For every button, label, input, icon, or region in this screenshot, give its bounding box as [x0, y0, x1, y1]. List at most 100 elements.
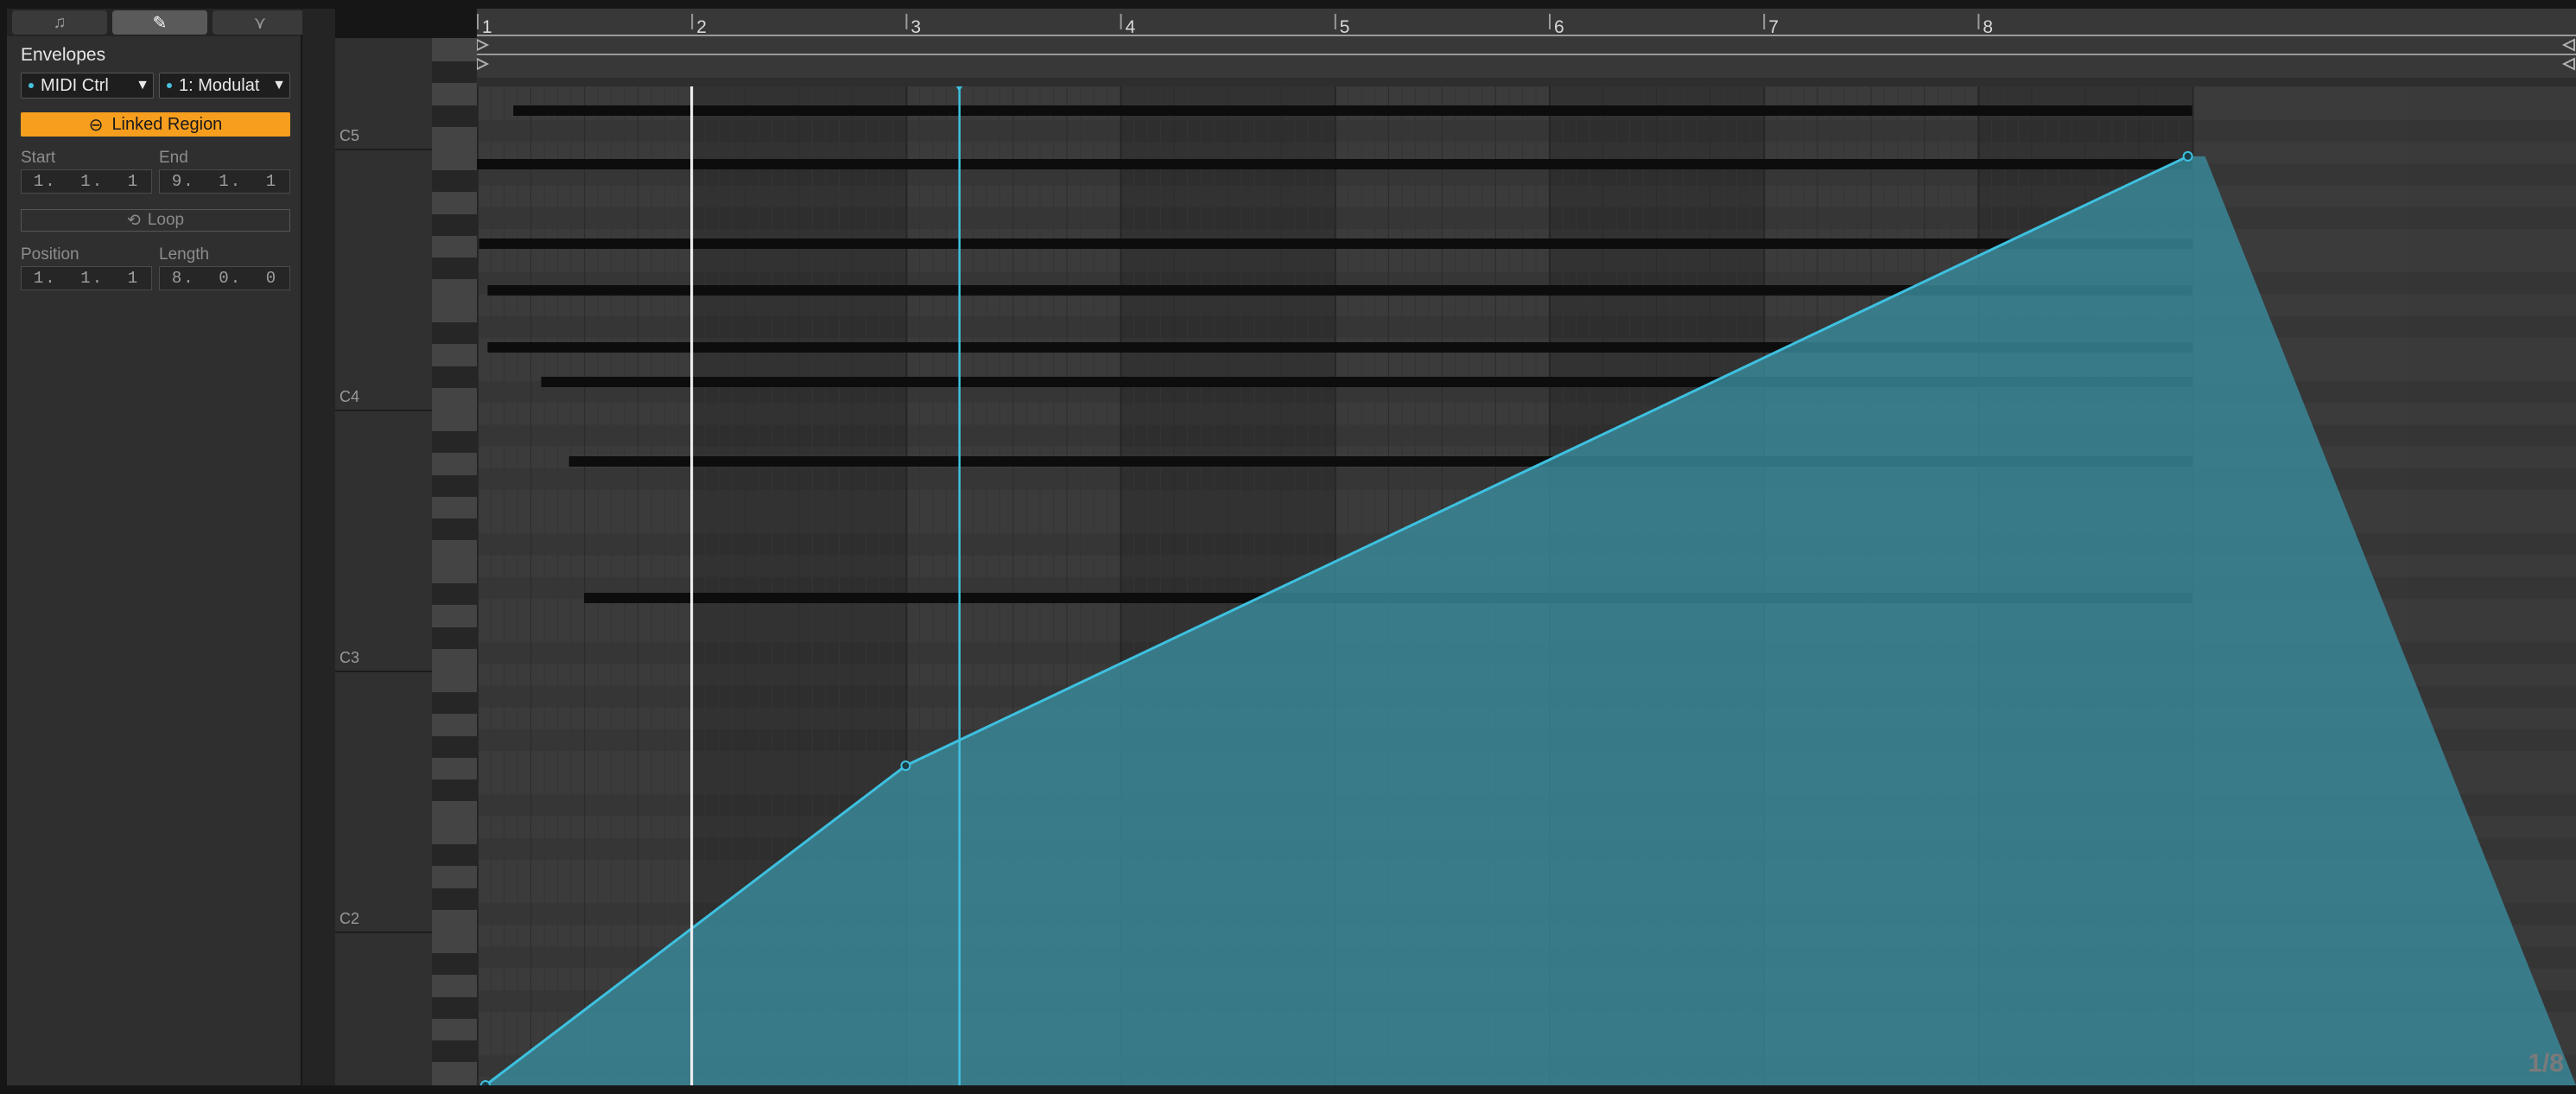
position-bar: 1.	[33, 269, 57, 288]
loop-label: Loop	[147, 211, 185, 229]
linked-region-label: Linked Region	[111, 114, 223, 134]
black-key[interactable]	[432, 1040, 477, 1062]
device-chooser[interactable]: MIDI Ctrl ▼	[21, 73, 154, 99]
start-field[interactable]: 1. 1. 1	[21, 169, 152, 194]
black-key[interactable]	[432, 692, 477, 715]
piano-keyboard[interactable]: C5 C4 C3 C2	[335, 38, 477, 1085]
bar-tick	[905, 14, 908, 29]
length-field[interactable]: 8. 0. 0	[159, 266, 290, 290]
black-key[interactable]	[432, 213, 477, 236]
grid-line	[664, 86, 666, 1085]
envelope-breakpoint[interactable]	[900, 760, 911, 772]
black-key[interactable]	[432, 61, 477, 84]
octave-label-c5: C5	[339, 127, 360, 144]
loop-brace-bottom	[477, 54, 2576, 55]
bar-tick	[1549, 14, 1551, 29]
bar-number: 5	[1339, 17, 1350, 37]
mpe-tab[interactable]: ⋎	[213, 10, 308, 35]
loop-button[interactable]: ⟲ Loop	[21, 209, 290, 232]
black-key[interactable]	[432, 366, 477, 388]
loop-start-marker-icon[interactable]	[477, 38, 490, 52]
ruler-bottom-strip	[477, 78, 2576, 86]
midi-note[interactable]	[479, 239, 2192, 249]
black-key[interactable]	[432, 474, 477, 497]
start-marker-icon[interactable]	[477, 57, 490, 71]
black-key[interactable]	[432, 996, 477, 1019]
length-sixteenth: 0	[265, 269, 278, 288]
beat-time-ruler[interactable]: 1 2 3 4 5 6 7 8	[477, 9, 2576, 86]
bar-tick	[691, 14, 694, 29]
envelope-pencil-icon: ✎	[152, 13, 168, 33]
clip-tabs: ♫ ✎ ⋎	[7, 9, 308, 36]
linked-region-button[interactable]: ⊖ Linked Region	[21, 112, 290, 137]
end-field[interactable]: 9. 1. 1	[159, 169, 290, 194]
bar-tick	[477, 14, 479, 29]
black-key-row	[477, 120, 2576, 143]
black-key[interactable]	[432, 518, 477, 540]
black-key[interactable]	[432, 627, 477, 649]
start-label: Start	[21, 149, 56, 167]
control-chooser[interactable]: 1: Modulat ▼	[159, 73, 290, 99]
loop-brace-top	[477, 35, 2576, 36]
black-key[interactable]	[432, 953, 477, 976]
envelope-breakpoint[interactable]	[479, 1080, 491, 1085]
octave-label-c4: C4	[339, 388, 360, 405]
black-key[interactable]	[432, 431, 477, 454]
position-beat: 1.	[80, 269, 105, 288]
octave-divider	[335, 671, 432, 672]
chevron-down-icon: ▼	[272, 78, 286, 92]
midi-clip-editor: ♫ ✎ ⋎ Envelopes MIDI Ctrl ▼ 1: Modulat ▼…	[0, 0, 2576, 1094]
clip-view-panel: ♫ ✎ ⋎ Envelopes MIDI Ctrl ▼ 1: Modulat ▼…	[7, 9, 308, 1085]
end-sixteenth: 1	[265, 172, 278, 191]
control-chooser-label: 1: Modulat	[179, 75, 260, 95]
grid-line	[611, 86, 612, 1085]
note-grid[interactable]	[477, 86, 2576, 1085]
grid-line	[584, 86, 586, 1085]
mpe-icon: ⋎	[253, 13, 267, 33]
link-icon: ⊖	[88, 115, 104, 135]
ruler-graphics	[477, 14, 2576, 86]
bar-number: 1	[482, 17, 492, 37]
grid-line	[677, 86, 679, 1085]
black-key[interactable]	[432, 779, 477, 801]
note-editor[interactable]: 1 2 3 4 5 6 7 8 1/8	[477, 9, 2576, 1085]
black-key[interactable]	[432, 735, 477, 758]
device-dot-icon	[29, 83, 34, 88]
grid-line	[570, 86, 572, 1085]
bar-number: 3	[910, 17, 922, 37]
start-sixteenth: 1	[127, 172, 140, 191]
length-bar: 8.	[171, 269, 195, 288]
black-key[interactable]	[432, 844, 477, 867]
grid-line	[530, 86, 532, 1085]
midi-note[interactable]	[477, 159, 2192, 169]
position-field[interactable]: 1. 1. 1	[21, 266, 152, 290]
panel-gutter	[302, 9, 335, 1085]
black-key[interactable]	[432, 105, 477, 127]
black-key[interactable]	[432, 583, 477, 606]
loop-icon: ⟲	[126, 211, 141, 230]
bar-line	[477, 86, 479, 1085]
grid-line	[543, 86, 545, 1085]
envelope-breakpoint[interactable]	[2182, 150, 2193, 162]
envelopes-tab[interactable]: ✎	[112, 10, 207, 35]
end-marker-icon[interactable]	[2561, 57, 2575, 71]
chevron-down-icon: ▼	[136, 78, 149, 92]
key-strip[interactable]	[432, 38, 477, 1085]
black-key[interactable]	[432, 322, 477, 345]
length-beat: 0.	[219, 269, 243, 288]
midi-note[interactable]	[513, 105, 2192, 116]
black-key[interactable]	[432, 170, 477, 193]
position-label: Position	[21, 245, 79, 264]
grid-line	[557, 86, 559, 1085]
position-sixteenth: 1	[127, 269, 140, 288]
black-key[interactable]	[432, 887, 477, 910]
grid-line	[650, 86, 652, 1085]
black-key[interactable]	[432, 257, 477, 279]
bar-number: 6	[1554, 17, 1564, 37]
notes-tab[interactable]: ♫	[12, 10, 107, 35]
length-label: Length	[159, 245, 210, 264]
bar-number: 8	[1983, 17, 1994, 37]
loop-end-marker-icon[interactable]	[2561, 38, 2575, 52]
end-bar: 9.	[171, 172, 195, 191]
grid-line	[597, 86, 599, 1085]
